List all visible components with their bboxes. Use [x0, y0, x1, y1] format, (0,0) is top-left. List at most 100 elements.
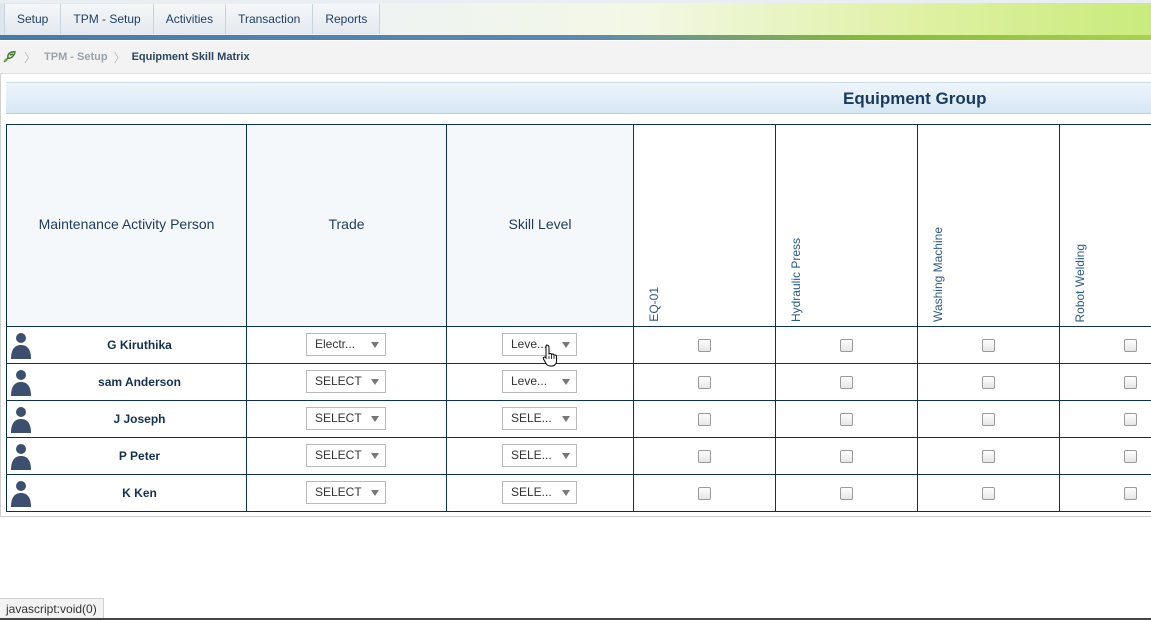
trade-select[interactable]: SELECT [306, 481, 386, 504]
table-row-person: G Kiruthika [7, 327, 246, 363]
header-skill-level-cell: Skill Level [446, 124, 634, 327]
status-bar-url: javascript:void(0) [0, 598, 104, 620]
skill-level-select[interactable]: SELE... [502, 444, 577, 467]
header-equipment-label: Washing Machine [931, 227, 945, 322]
top-border [0, 0, 1151, 3]
dropdown-arrow-icon [371, 416, 379, 422]
equipment-check-cell [917, 474, 1060, 512]
equipment-check-cell [1059, 437, 1151, 475]
avatar-icon [11, 481, 31, 507]
equipment-checkbox[interactable] [982, 450, 995, 463]
header-person-cell: Maintenance Activity Person [6, 124, 247, 327]
menu-item-setup[interactable]: Setup [4, 4, 62, 34]
equipment-checkbox[interactable] [982, 413, 995, 426]
person-cell: P Peter [6, 437, 247, 475]
skill-level-select-value: SELE... [511, 448, 552, 462]
equipment-checkbox[interactable] [840, 339, 853, 352]
header-equipment-cell: Washing Machine [917, 124, 1060, 327]
dropdown-arrow-icon [562, 416, 570, 422]
header-trade-cell: Trade [246, 124, 447, 327]
equipment-check-cell [917, 437, 1060, 475]
equipment-checkbox[interactable] [1124, 376, 1137, 389]
equipment-checkbox[interactable] [698, 413, 711, 426]
dropdown-arrow-icon [562, 379, 570, 385]
trade-select[interactable]: SELECT [306, 444, 386, 467]
trade-cell: SELECT [246, 474, 447, 512]
equipment-check-cell [1059, 474, 1151, 512]
trade-select[interactable]: SELECT [306, 407, 386, 430]
trade-select-value: Electr... [315, 337, 356, 351]
equipment-checkbox[interactable] [1124, 339, 1137, 352]
breadcrumb-current: Equipment Skill Matrix [131, 51, 250, 63]
main-menu: Setup TPM - Setup Activities Transaction… [4, 4, 381, 34]
person-cell: K Ken [6, 474, 247, 512]
equipment-checkbox[interactable] [698, 339, 711, 352]
person-cell: G Kiruthika [6, 326, 247, 364]
person-name: K Ken [122, 486, 157, 500]
equipment-checkbox[interactable] [1124, 487, 1137, 500]
header-trade: Trade [328, 216, 365, 232]
skill-level-select[interactable]: SELE... [502, 481, 577, 504]
skill-level-select[interactable]: Leve... [502, 333, 577, 356]
equipment-checkbox[interactable] [1124, 413, 1137, 426]
skill-level-cell: SELE... [446, 400, 634, 438]
equipment-check-cell [1059, 400, 1151, 438]
equipment-checkbox[interactable] [1124, 450, 1137, 463]
breadcrumb: 〉 TPM - Setup 〉 Equipment Skill Matrix [0, 41, 1151, 74]
equipment-check-cell [917, 400, 1060, 438]
trade-select-value: SELECT [315, 448, 362, 462]
breadcrumb-separator: 〉 [113, 50, 126, 65]
equipment-checkbox[interactable] [698, 376, 711, 389]
skill-level-select-value: SELE... [511, 411, 552, 425]
header-equipment-cell: EQ-01 [633, 124, 776, 327]
breadcrumb-parent[interactable]: TPM - Setup [44, 51, 108, 63]
header-equipment-cell: Robot Welding [1059, 124, 1151, 327]
equipment-checkbox[interactable] [840, 413, 853, 426]
skill-level-cell: SELE... [446, 437, 634, 475]
person-name: J Joseph [113, 412, 166, 426]
equipment-check-cell [633, 326, 776, 364]
home-icon[interactable] [2, 49, 18, 65]
equipment-checkbox[interactable] [840, 450, 853, 463]
table-row-person: K Ken [7, 475, 246, 511]
dropdown-arrow-icon [562, 342, 570, 348]
header-equipment-label: Robot Welding [1073, 243, 1087, 323]
person-name: G Kiruthika [107, 338, 172, 352]
header-person: Maintenance Activity Person [38, 216, 215, 232]
skill-level-select[interactable]: SELE... [502, 407, 577, 430]
dropdown-arrow-icon [562, 490, 570, 496]
menu-item-tpm-setup[interactable]: TPM - Setup [61, 4, 154, 34]
equipment-check-cell [633, 474, 776, 512]
equipment-check-cell [633, 400, 776, 438]
equipment-checkbox[interactable] [698, 487, 711, 500]
equipment-checkbox[interactable] [982, 376, 995, 389]
menu-item-activities[interactable]: Activities [153, 4, 227, 34]
header-equipment-cell: Hydraulic Press [775, 124, 918, 327]
dropdown-arrow-icon [562, 453, 570, 459]
person-cell: J Joseph [6, 400, 247, 438]
equipment-check-cell [775, 363, 918, 401]
equipment-check-cell [917, 326, 1060, 364]
equipment-check-cell [633, 363, 776, 401]
equipment-checkbox[interactable] [982, 487, 995, 500]
equipment-checkbox[interactable] [840, 487, 853, 500]
menu-item-reports[interactable]: Reports [313, 4, 381, 34]
header-equipment-label: EQ-01 [647, 287, 661, 322]
skill-level-select-value: Leve... [511, 374, 548, 388]
skill-level-select[interactable]: Leve... [502, 370, 577, 393]
equipment-check-cell [1059, 326, 1151, 364]
dropdown-arrow-icon [371, 490, 379, 496]
trade-select[interactable]: SELECT [306, 370, 386, 393]
trade-cell: SELECT [246, 363, 447, 401]
menu-item-transaction[interactable]: Transaction [226, 4, 314, 34]
equipment-check-cell [633, 437, 776, 475]
equipment-checkbox[interactable] [840, 376, 853, 389]
equipment-checkbox[interactable] [698, 450, 711, 463]
person-name: sam Anderson [98, 375, 181, 389]
dropdown-arrow-icon [371, 342, 379, 348]
equipment-check-cell [775, 326, 918, 364]
trade-select-value: SELECT [315, 374, 362, 388]
trade-cell: Electr... [246, 326, 447, 364]
equipment-checkbox[interactable] [982, 339, 995, 352]
trade-select[interactable]: Electr... [306, 333, 386, 356]
